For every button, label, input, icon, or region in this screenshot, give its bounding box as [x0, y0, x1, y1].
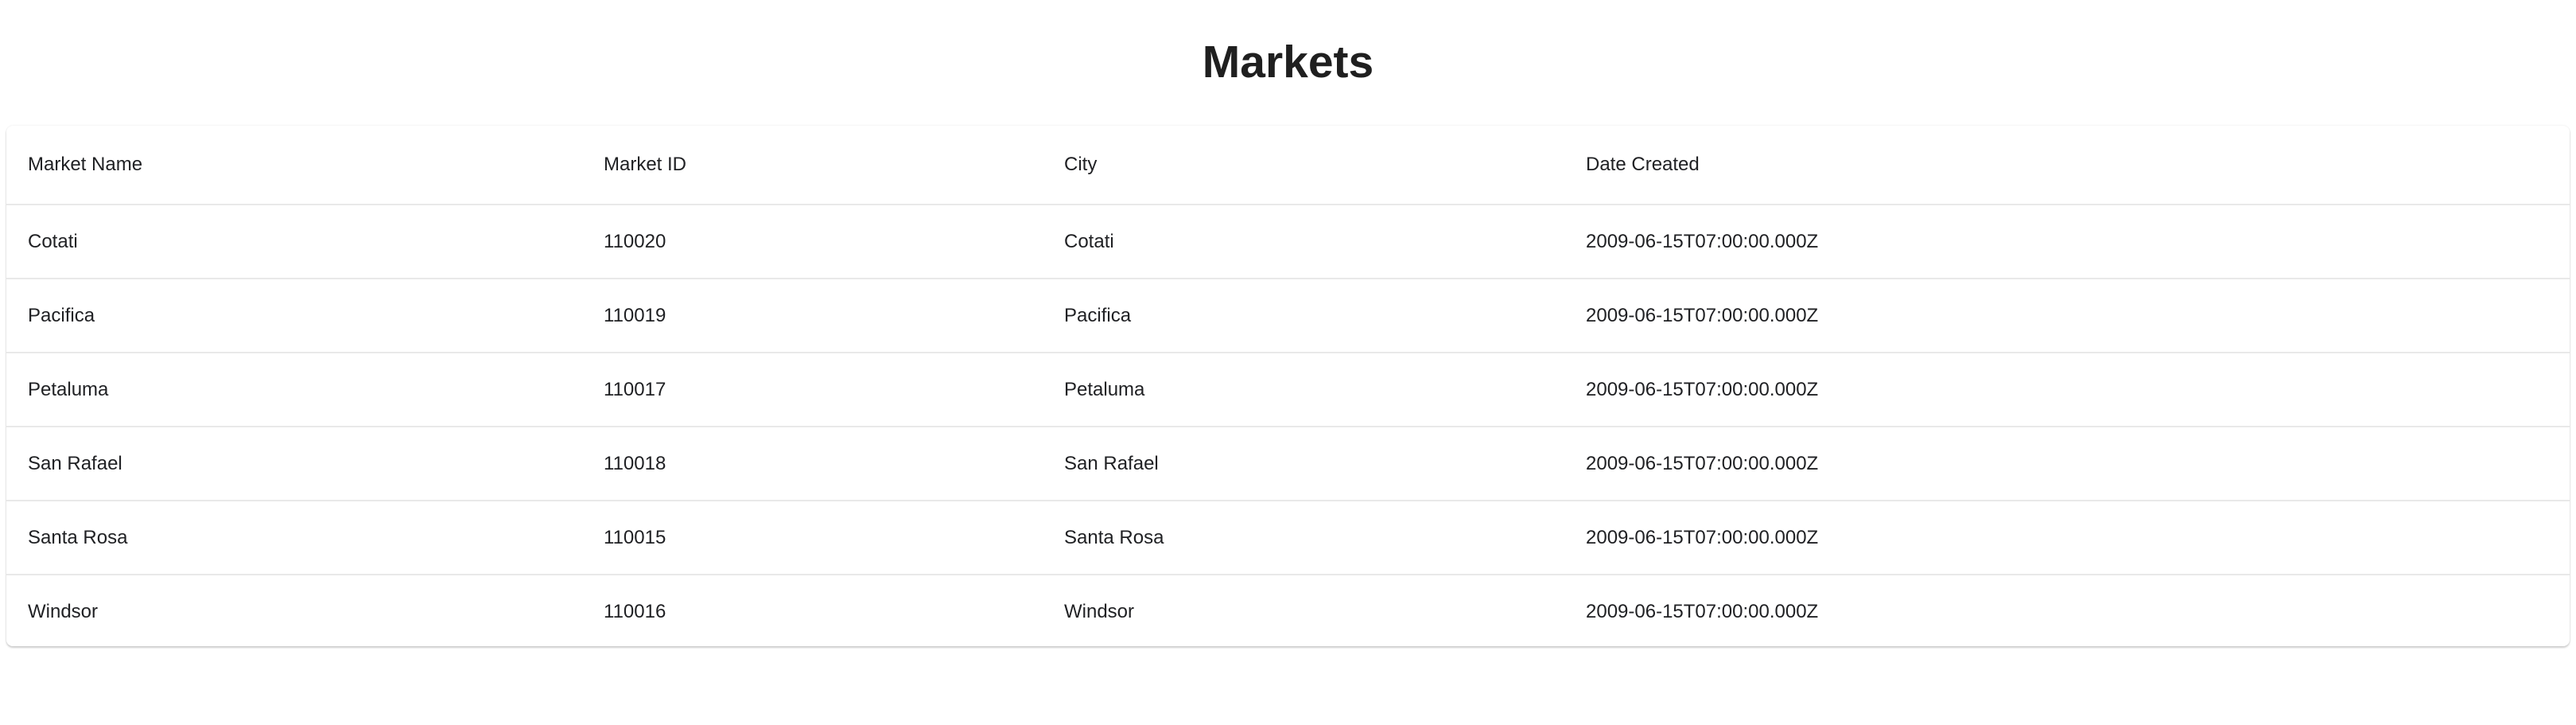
cell-date-created: 2009-06-15T07:00:00.000Z	[1564, 279, 2570, 353]
cell-market-name: Pacifica	[6, 279, 582, 353]
column-header-date-created[interactable]: Date Created	[1564, 126, 2570, 205]
column-header-market-name[interactable]: Market Name	[6, 126, 582, 205]
cell-market-id: 110015	[582, 501, 1043, 575]
cell-market-id: 110019	[582, 279, 1043, 353]
cell-market-name: Petaluma	[6, 353, 582, 427]
cell-date-created: 2009-06-15T07:00:00.000Z	[1564, 353, 2570, 427]
cell-market-name: Santa Rosa	[6, 501, 582, 575]
cell-date-created: 2009-06-15T07:00:00.000Z	[1564, 427, 2570, 501]
table-body: Cotati 110020 Cotati 2009-06-15T07:00:00…	[6, 205, 2570, 646]
cell-city: Petaluma	[1043, 353, 1564, 427]
cell-market-name: Cotati	[6, 205, 582, 279]
table-row[interactable]: Windsor 110016 Windsor 2009-06-15T07:00:…	[6, 575, 2570, 646]
table-row[interactable]: Cotati 110020 Cotati 2009-06-15T07:00:00…	[6, 205, 2570, 279]
column-header-city[interactable]: City	[1043, 126, 1564, 205]
cell-market-name: Windsor	[28, 600, 99, 622]
table-header: Market Name Market ID City Date Created	[6, 126, 2570, 205]
cell-date-created: 2009-06-15T07:00:00.000Z	[1564, 205, 2570, 279]
column-header-market-id[interactable]: Market ID	[582, 126, 1043, 205]
cell-city: San Rafael	[1043, 427, 1564, 501]
cell-market-id: 110016	[604, 600, 666, 622]
table-row[interactable]: San Rafael 110018 San Rafael 2009-06-15T…	[6, 427, 2570, 501]
table-row[interactable]: Petaluma 110017 Petaluma 2009-06-15T07:0…	[6, 353, 2570, 427]
cell-city: Santa Rosa	[1043, 501, 1564, 575]
cell-date-created: 2009-06-15T07:00:00.000Z	[1586, 600, 1819, 622]
cell-market-id: 110018	[582, 427, 1043, 501]
table-row[interactable]: Santa Rosa 110015 Santa Rosa 2009-06-15T…	[6, 501, 2570, 575]
table-row[interactable]: Pacifica 110019 Pacifica 2009-06-15T07:0…	[6, 279, 2570, 353]
cell-market-id: 110017	[582, 353, 1043, 427]
cell-date-created: 2009-06-15T07:00:00.000Z	[1564, 501, 2570, 575]
cell-market-id: 110020	[582, 205, 1043, 279]
cell-market-name: San Rafael	[6, 427, 582, 501]
markets-table: Market Name Market ID City Date Created …	[6, 126, 2570, 646]
page-title: Markets	[1202, 37, 1374, 88]
cell-city: Cotati	[1043, 205, 1564, 279]
cell-city: Windsor	[1064, 600, 1135, 622]
cell-city: Pacifica	[1043, 279, 1564, 353]
table-header-row: Market Name Market ID City Date Created	[6, 126, 2570, 205]
markets-table-card: Market Name Market ID City Date Created …	[6, 126, 2570, 646]
